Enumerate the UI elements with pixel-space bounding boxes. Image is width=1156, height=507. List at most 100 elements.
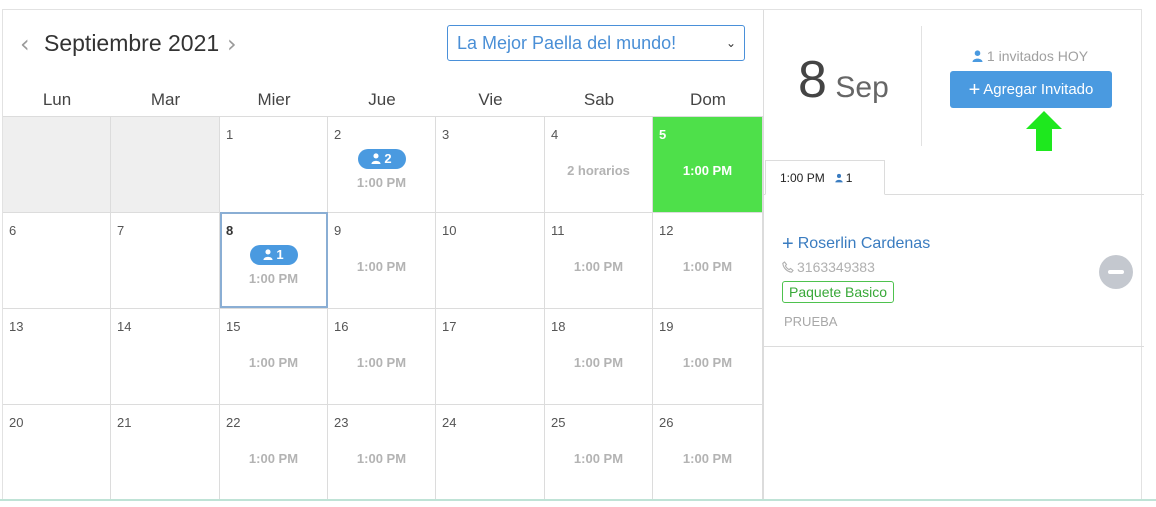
day-number: 3 [442,127,450,142]
calendar-day-cell[interactable]: 8 1 1:00 PM [220,212,328,308]
day-number: 1 [226,127,234,142]
calendar-day-cell[interactable]: 9 1:00 PM [328,212,436,308]
day-number: 5 [659,127,667,142]
user-icon [835,173,843,183]
day-number: 14 [117,319,132,334]
day-number: 25 [551,415,566,430]
calendar-day-cell[interactable]: 15 1:00 PM [220,308,328,404]
user-icon [972,50,983,62]
time-slot-label: 1:00 PM [682,163,733,178]
calendar-day-cell[interactable]: 20 [3,404,111,501]
plus-icon: + [782,233,794,255]
calendar-day-cell[interactable]: 24 [436,404,545,501]
calendar-grid: 1 2 2 1:00 PM 3 4 2 horarios 5 1:00 PM 6 7 8 1 1:00 P… [3,116,763,501]
calendar-day-cell[interactable]: 12 1:00 PM [653,212,763,308]
guest-phone: 3163349383 [782,259,875,275]
calendar-day-cell[interactable]: 4 2 horarios [545,116,653,212]
event-select[interactable]: La Mejor Paella del mundo! ⌄ [447,25,745,61]
day-number: 13 [9,319,24,334]
user-icon [263,249,273,260]
event-select-value: La Mejor Paella del mundo! [457,33,677,53]
tab-time-slot[interactable]: 1:00 PM 1 [765,160,885,195]
chevron-left-icon[interactable]: ‹ [20,32,30,56]
calendar-day-cell[interactable]: 221:00 PM [220,404,328,501]
day-number: 19 [659,319,674,334]
remove-guest-button[interactable] [1099,255,1133,289]
guest-entry: + Roserlin Cardenas 3163349383 Paquete Ba… [764,195,1144,347]
time-slot-label: 1:00 PM [682,259,733,274]
day-number: 15 [226,319,241,334]
day-number: 23 [334,415,349,430]
day-number: 26 [659,415,674,430]
arrow-up-icon [1026,111,1062,151]
time-slot-label: 1:00 PM [573,355,624,370]
time-slot-label: 1:00 PM [356,355,407,370]
guest-count: 1 [276,247,284,262]
calendar-day-cell[interactable]: 7 [111,212,220,308]
phone-icon [782,261,794,273]
time-slot-label: 1:00 PM [356,451,407,466]
day-number: 18 [551,319,566,334]
calendar-day-cell[interactable]: 25 1:00 PM [545,404,653,501]
time-slot-label: 2 horarios [567,163,630,178]
calendar-day-cell[interactable]: 5 1:00 PM [653,116,763,212]
selected-day: 8 [798,51,827,109]
day-number: 2 [334,127,342,142]
time-slot-label: 1:00 PM [573,259,624,274]
calendar-day-cell[interactable]: 23 1:00 PM [328,404,436,501]
user-icon [371,153,381,164]
guest-count-badge: 1 [249,245,298,265]
time-slot-label: 1:00 PM [682,355,733,370]
selected-month: Sep [835,71,889,104]
day-number: 12 [659,223,674,238]
time-slot-label: 1:00 PM [356,175,407,190]
chevron-right-icon[interactable]: › [227,32,237,56]
chevron-down-icon: ⌄ [725,36,736,50]
day-number: 10 [442,223,457,238]
calendar-day-cell[interactable]: 3 [436,116,545,212]
tab-count: 1 [845,171,853,185]
calendar-day-cell[interactable]: 6 [3,212,111,308]
calendar-day-cell[interactable]: 10 [436,212,545,308]
weekday-2: Mier [257,90,291,109]
calendar-day-cell[interactable]: 16 1:00 PM [328,308,436,404]
calendar-day-cell[interactable]: 2 2 1:00 PM [328,116,436,212]
calendar-day-cell[interactable]: 19 1:00 PM [653,308,763,404]
calendar-day-cell[interactable]: 14 [111,308,220,404]
day-detail-panel: 8 Sep 1 invitados HOY + Agregar Invitado … [763,10,1144,501]
add-guest-label: Agregar Invitado [983,81,1094,98]
calendar-day-cell[interactable]: 26 1:00 PM [653,404,763,501]
weekday-1: Mar [150,90,181,109]
guest-name[interactable]: + Roserlin Cardenas [782,233,930,256]
day-number: 9 [334,223,342,238]
time-slot-label: 1:00 PM [248,451,299,466]
calendar-day-cell[interactable]: 13 [3,308,111,404]
calendar-day-cell [3,116,111,212]
time-slot-label: 1:00 PM [573,451,624,466]
day-number: 6 [9,223,17,238]
day-number: 17 [442,319,457,334]
day-number: 11 [551,223,565,238]
calendar-day-cell [111,116,220,212]
day-number: 8 [226,223,234,238]
calendar-day-cell[interactable]: 18 1:00 PM [545,308,653,404]
guest-phone-number: 3163349383 [797,259,875,275]
add-guest-button[interactable]: + Agregar Invitado [950,71,1112,108]
calendar: ‹ Septiembre 2021 › La Mejor Paella del … [3,10,763,501]
invited-today: 1 invitados HOY [950,48,1110,64]
plus-icon: + [968,79,981,101]
weekday-4: Vie [478,90,503,109]
bottom-border [0,499,1156,501]
day-number: 4 [551,127,559,142]
weekday-6: Dom [690,90,726,109]
time-slot-label: 1:00 PM [356,259,407,274]
calendar-day-cell[interactable]: 17 [436,308,545,404]
weekday-5: Sab [583,90,615,109]
guest-count: 2 [384,151,392,166]
day-number: 24 [442,415,457,430]
day-number: 16 [334,319,349,334]
calendar-day-cell[interactable]: 1 [220,116,328,212]
weekday-0: Lun [42,90,72,109]
calendar-day-cell[interactable]: 21 [111,404,220,501]
calendar-day-cell[interactable]: 11 1:00 PM [545,212,653,308]
